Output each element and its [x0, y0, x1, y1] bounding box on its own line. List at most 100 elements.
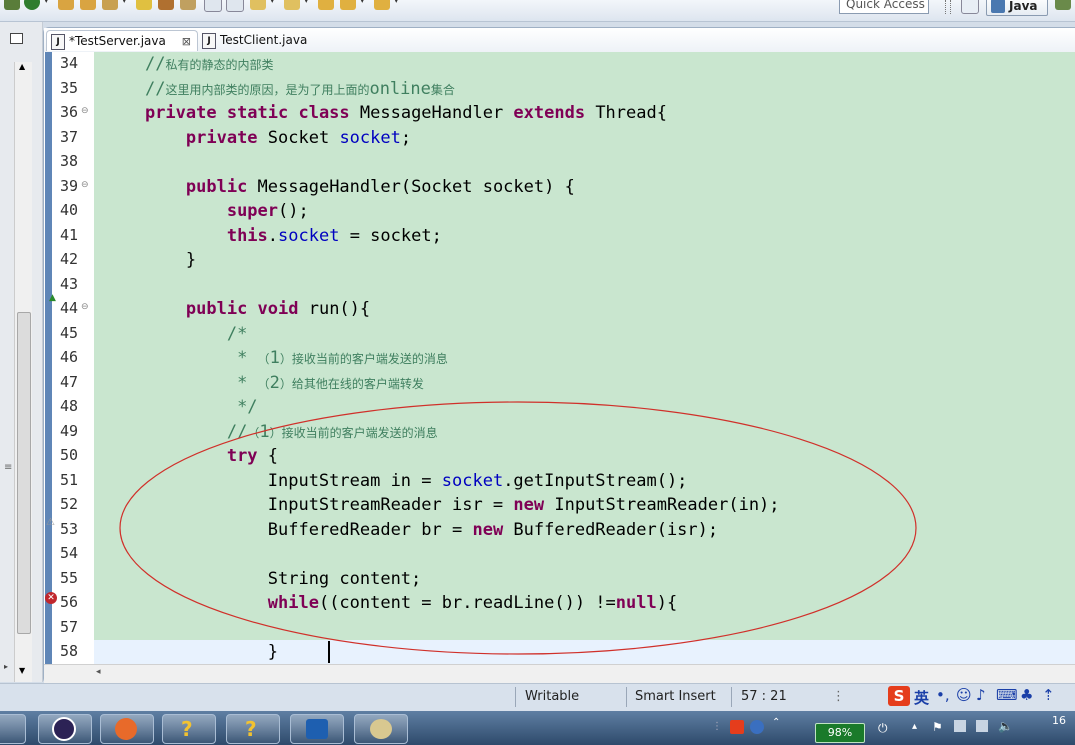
java-file-icon: J — [202, 33, 216, 49]
sogou-tray-icon[interactable] — [730, 720, 744, 734]
scroll-left-icon[interactable]: ▸ — [4, 662, 8, 671]
code-line[interactable]: * （2）给其他在线的客户端转发 — [104, 371, 424, 395]
quick-access-input[interactable]: Quick Access — [839, 0, 929, 14]
ime-emoji-icon[interactable]: ☺ — [956, 686, 972, 704]
taskbar-app-1[interactable] — [0, 714, 26, 744]
page-icon[interactable] — [204, 0, 222, 12]
code-line[interactable]: private static class MessageHandler exte… — [104, 101, 667, 125]
code-line[interactable]: } — [104, 248, 196, 272]
pencil-icon[interactable] — [102, 0, 118, 10]
code-token: ）接收当前的客户端发送的消息 — [279, 352, 448, 366]
back-icon[interactable] — [318, 0, 334, 10]
run-dropdown-icon[interactable]: ▾ — [44, 0, 49, 6]
line-number: 41 — [60, 225, 79, 244]
annotation-dropdown-icon[interactable]: ▾ — [270, 0, 275, 6]
ime-language-label[interactable]: 英 — [914, 687, 929, 708]
code-line[interactable]: private Socket socket; — [104, 126, 411, 150]
back-dropdown-icon[interactable]: ▾ — [360, 0, 365, 6]
forward-icon[interactable] — [374, 0, 390, 10]
volume-icon[interactable]: 🔈 — [998, 719, 1013, 733]
status-bar: Writable Smart Insert 57 : 21 ⋮ S 英 •, ☺… — [0, 683, 1075, 711]
line-number: 48 — [60, 397, 79, 415]
open-folder-2-icon[interactable] — [80, 0, 96, 10]
insert-mode-status[interactable]: Smart Insert — [635, 689, 716, 704]
restore-view-icon[interactable] — [10, 33, 23, 44]
ime-punctuation-icon[interactable]: •, — [936, 686, 950, 704]
outline-scrollbar-thumb[interactable] — [17, 312, 31, 634]
code-token: // — [144, 54, 166, 74]
sogou-ime-icon[interactable]: S — [888, 686, 910, 706]
java-perspective-button[interactable]: Java — [986, 0, 1048, 16]
debug-perspective-icon[interactable] — [1055, 0, 1071, 10]
code-token: /* — [226, 323, 248, 344]
close-tab-icon[interactable]: ⊠ — [182, 31, 191, 52]
splitter-handle-icon[interactable]: ≡ — [4, 462, 12, 473]
tray-arrow-icon[interactable]: ⌃ — [772, 717, 780, 728]
tab-testclient-label: TestClient.java — [220, 33, 308, 47]
taskbar-eclipse[interactable] — [38, 714, 92, 744]
network-icon[interactable] — [976, 720, 988, 732]
devices-icon[interactable] — [954, 720, 966, 732]
code-line[interactable]: super(); — [104, 199, 309, 223]
ime-more-icon[interactable]: ⇡ — [1042, 686, 1055, 704]
annotation-prev-dropdown-icon[interactable]: ▾ — [304, 0, 309, 6]
forward-dropdown-icon[interactable]: ▾ — [394, 0, 399, 6]
flag-icon[interactable]: ⚑ — [932, 720, 943, 734]
quick-fix-marker-icon[interactable]: ▲ — [49, 293, 56, 303]
pencil-dropdown-icon[interactable]: ▾ — [122, 0, 127, 6]
tab-testclient[interactable]: J TestClient.java — [198, 30, 318, 51]
back-2-icon[interactable] — [340, 0, 356, 10]
fold-toggle-icon[interactable]: ⊖ — [81, 106, 89, 116]
ime-toolbar[interactable]: S 英 •, ☺ ♪ ⌨ ♣ ⇡ — [888, 686, 1075, 708]
error-marker-icon[interactable]: ✕ — [45, 592, 57, 604]
open-perspective-icon[interactable] — [961, 0, 979, 14]
fold-toggle-icon[interactable]: ⊖ — [81, 302, 89, 312]
taskbar-app-3[interactable] — [100, 714, 154, 744]
ime-keyboard-icon[interactable]: ⌨ — [996, 686, 1018, 704]
annotation-prev-icon[interactable] — [284, 0, 300, 10]
code-line[interactable]: public void run(){ — [104, 297, 370, 321]
scroll-down-icon[interactable]: ▼ — [19, 666, 25, 675]
pages-icon[interactable] — [226, 0, 244, 12]
line-number: 55 — [60, 568, 79, 587]
power-plug-icon[interactable]: ⏻ — [878, 721, 888, 736]
code-token: (); — [278, 201, 309, 221]
taskbar-app-6[interactable] — [290, 714, 344, 744]
annotation-next-icon[interactable] — [250, 0, 266, 10]
help-tray-icon[interactable] — [750, 720, 764, 734]
java-file-icon: J — [51, 34, 65, 50]
code-token: public void — [185, 299, 299, 319]
code-line[interactable]: public MessageHandler(Socket socket) { — [104, 175, 575, 199]
code-line[interactable]: //这里用内部类的原因，是为了用上面的online集合 — [104, 77, 455, 101]
lightbulb-icon[interactable] — [136, 0, 152, 10]
wand-icon[interactable] — [180, 0, 196, 10]
battery-indicator[interactable]: 98% — [815, 723, 865, 743]
code-line[interactable]: * （1）接收当前的客户端发送的消息 — [104, 346, 448, 370]
run-icon[interactable] — [24, 0, 40, 10]
code-line[interactable]: /* — [104, 322, 247, 346]
java-perspective-label: Java — [1009, 0, 1038, 13]
pen-icon[interactable] — [158, 0, 174, 10]
code-line[interactable]: //私有的静态的内部类 — [104, 52, 274, 76]
fold-toggle-icon[interactable]: ⊖ — [81, 180, 89, 190]
scroll-left-arrow-icon[interactable]: ◂ — [96, 667, 101, 677]
outline-scrollbar[interactable]: ▲ ▼ — [14, 62, 32, 682]
code-token: ）给其他在线的客户端转发 — [279, 376, 424, 391]
ime-skin-icon[interactable]: ♣ — [1020, 686, 1033, 704]
tab-testserver[interactable]: J *TestServer.java ⊠ — [46, 30, 198, 51]
code-token: extends — [513, 103, 586, 123]
code-token: Thread{ — [585, 103, 667, 123]
horizontal-scrollbar[interactable]: ◂ — [44, 664, 1075, 683]
taskbar-clock[interactable]: 16 — [1052, 714, 1066, 728]
line-number: 54 — [60, 544, 79, 562]
open-folder-icon[interactable] — [58, 0, 74, 10]
debug-icon[interactable] — [4, 0, 20, 10]
ime-voice-icon[interactable]: ♪ — [976, 686, 986, 704]
code-line[interactable]: this.socket = socket; — [104, 224, 442, 248]
taskbar-help-1[interactable]: ? — [162, 714, 216, 744]
taskbar-paint[interactable] — [354, 714, 408, 744]
taskbar-help-2[interactable]: ? — [226, 714, 280, 744]
scroll-up-icon[interactable]: ▲ — [19, 62, 25, 71]
show-hidden-icons[interactable]: ▴ — [912, 721, 917, 732]
